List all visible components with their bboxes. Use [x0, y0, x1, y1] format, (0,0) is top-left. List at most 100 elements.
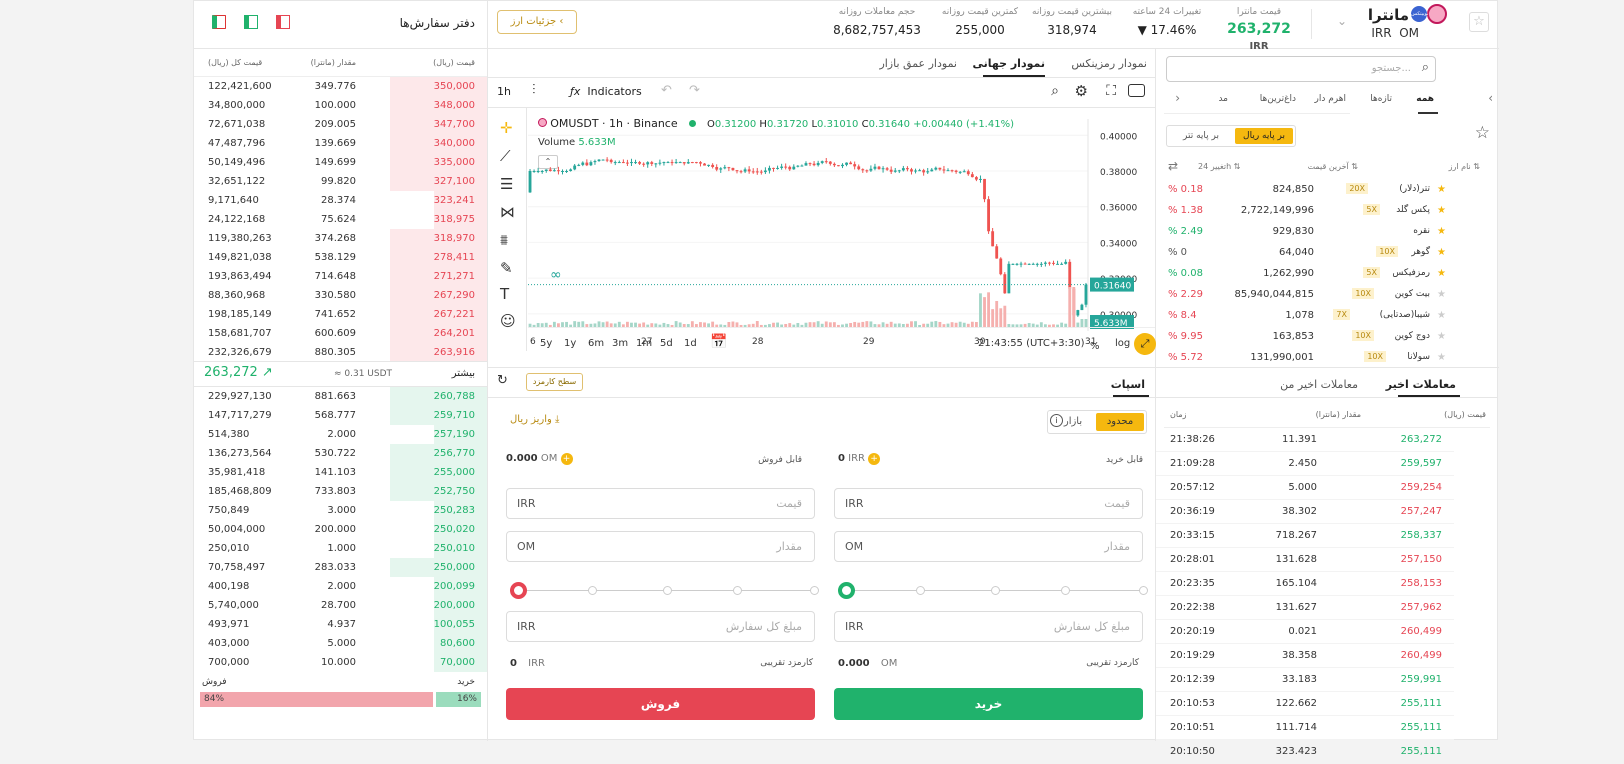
- screenshot-camera-icon[interactable]: [1128, 84, 1145, 97]
- refresh-icon[interactable]: ↻: [497, 373, 508, 388]
- range-6m[interactable]: 6m: [588, 338, 604, 349]
- order-book-row[interactable]: 255,000 141.103 35,981,418: [194, 463, 487, 482]
- crosshair-icon[interactable]: ✛: [500, 119, 513, 137]
- tab-my-trades[interactable]: معاملات اخیر من: [1280, 378, 1358, 391]
- buy-slider-100[interactable]: [1139, 586, 1148, 595]
- settings-gear-icon[interactable]: ⚙: [1075, 82, 1088, 100]
- market-fav-star-icon[interactable]: ★: [1437, 310, 1446, 321]
- market-fav-star-icon[interactable]: ★: [1437, 205, 1446, 216]
- sell-slider-40[interactable]: [663, 586, 672, 595]
- range-1m[interactable]: 1m: [636, 338, 652, 349]
- market-fav-star-icon[interactable]: ★: [1437, 184, 1446, 195]
- expand-chart-button[interactable]: ⤢: [1134, 333, 1156, 355]
- order-book-row[interactable]: 335,000 149.699 50,149,496: [194, 153, 487, 172]
- sell-total-input[interactable]: مبلغ کل سفارش IRR: [506, 611, 815, 642]
- order-book-row[interactable]: 264,201 600.609 158,681,707: [194, 324, 487, 343]
- order-book-row[interactable]: 278,411 538.129 149,821,038: [194, 248, 487, 267]
- order-book-row[interactable]: 260,788 881.663 229,927,130: [194, 387, 487, 406]
- buy-slider-50[interactable]: [1061, 586, 1070, 595]
- sell-slider-25[interactable]: [588, 586, 597, 595]
- market-tab-leveraged[interactable]: اهرم دار: [1315, 94, 1347, 104]
- range-3m[interactable]: 3m: [612, 338, 628, 349]
- order-book-row[interactable]: 340,000 139.669 47,487,796: [194, 134, 487, 153]
- more-button[interactable]: بیشتر: [452, 368, 475, 379]
- view-both-icon[interactable]: [212, 15, 226, 29]
- tab-rahzinex-chart[interactable]: نمودار رمزینکس: [1071, 57, 1147, 70]
- market-tab-more[interactable]: مد: [1218, 94, 1228, 104]
- swap-columns-icon[interactable]: ⇄: [1168, 159, 1178, 173]
- order-book-row[interactable]: 200,099 2.000 400,198: [194, 577, 487, 596]
- market-row[interactable]: ★ بیت کوین 10X 85,940,044,815 % 2.29: [1156, 285, 1454, 306]
- order-book-row[interactable]: 259,710 568.777 147,717,279: [194, 406, 487, 425]
- order-book-row[interactable]: 257,190 2.000 514,380: [194, 425, 487, 444]
- view-bids-icon[interactable]: [244, 15, 258, 29]
- order-book-row[interactable]: 267,221 741.652 198,185,149: [194, 305, 487, 324]
- tab-recent-trades[interactable]: معاملات اخیر: [1386, 378, 1456, 391]
- order-book-row[interactable]: 250,010 1.000 250,010: [194, 539, 487, 558]
- brush-icon[interactable]: ✎: [500, 259, 513, 277]
- market-row[interactable]: ★ نقره 929,830 % 2.49: [1156, 222, 1454, 243]
- range-5d[interactable]: 5d: [660, 338, 673, 349]
- sell-add-funds-icon[interactable]: +: [560, 453, 573, 465]
- range-5y[interactable]: 5y: [540, 338, 552, 349]
- market-search-input[interactable]: ⌕ جستجو...: [1166, 56, 1436, 82]
- order-book-row[interactable]: 347,700 209.005 72,671,038: [194, 115, 487, 134]
- favorite-star-icon[interactable]: ☆: [1469, 12, 1489, 32]
- buy-button[interactable]: خرید: [834, 688, 1143, 720]
- sell-slider-handle[interactable]: [510, 582, 527, 599]
- order-book-row[interactable]: 323,241 28.374 9,171,640: [194, 191, 487, 210]
- order-book-row[interactable]: 256,770 530.722 136,273,564: [194, 444, 487, 463]
- buy-amount-input[interactable]: مقدار OM: [834, 531, 1143, 562]
- market-fav-star-icon[interactable]: ★: [1437, 247, 1446, 258]
- market-fav-star-icon[interactable]: ★: [1437, 331, 1446, 342]
- buy-total-input[interactable]: مبلغ کل سفارش IRR: [834, 611, 1143, 642]
- trendline-icon[interactable]: ⟋: [500, 147, 511, 165]
- market-row[interactable]: ★ شیبا(صدتایی) 7X 1,078 % 8.4: [1156, 306, 1454, 327]
- buy-price-input[interactable]: قیمت IRR: [834, 488, 1143, 519]
- projection-icon[interactable]: ⩩: [500, 231, 508, 249]
- market-row[interactable]: ★ دوج کوین 10X 163,853 % 9.95: [1156, 327, 1454, 348]
- emoji-icon[interactable]: ☺: [500, 312, 516, 330]
- market-fav-star-icon[interactable]: ★: [1437, 289, 1446, 300]
- info-icon[interactable]: i: [1050, 414, 1063, 427]
- market-row[interactable]: ★ رمزفیکس 5X 1,262,990 % 0.08: [1156, 264, 1454, 285]
- order-book-row[interactable]: 250,000 283.033 70,758,497: [194, 558, 487, 577]
- tab-global-chart[interactable]: نمودار جهانی: [972, 57, 1045, 70]
- quote-toggle-irr[interactable]: بر پایه ریال: [1235, 128, 1293, 144]
- range-1y[interactable]: 1y: [564, 338, 576, 349]
- market-fav-star-icon[interactable]: ★: [1437, 268, 1446, 279]
- quote-toggle[interactable]: بر پایه ریال بر پایه تتر: [1166, 125, 1296, 147]
- order-book-row[interactable]: 263,916 880.305 232,326,679: [194, 343, 487, 362]
- buy-slider-25[interactable]: [916, 586, 925, 595]
- text-tool-icon[interactable]: T: [500, 285, 509, 303]
- order-book-row[interactable]: 70,000 10.000 700,000: [194, 653, 487, 672]
- order-book-row[interactable]: 327,100 99.820 32,651,122: [194, 172, 487, 191]
- market-favorite-star-icon[interactable]: ☆: [1475, 123, 1490, 143]
- undo-icon[interactable]: ↶: [661, 83, 672, 98]
- order-book-row[interactable]: 348,000 100.000 34,800,000: [194, 96, 487, 115]
- coin-dropdown-chevron-icon[interactable]: ⌄: [1337, 14, 1347, 28]
- sell-button[interactable]: فروش: [506, 688, 815, 720]
- order-book-row[interactable]: 250,020 200.000 50,004,000: [194, 520, 487, 539]
- tab-depth-chart[interactable]: نمودار عمق بازار: [879, 57, 957, 70]
- fib-lines-icon[interactable]: ☰: [500, 175, 513, 193]
- interval-button[interactable]: 1h: [497, 85, 511, 98]
- market-row[interactable]: ★ سولانا 10X 131,990,001 % 5.72: [1156, 348, 1454, 367]
- order-book-row[interactable]: 318,975 75.624 24,122,168: [194, 210, 487, 229]
- log-scale-toggle[interactable]: log: [1115, 338, 1130, 349]
- market-fav-star-icon[interactable]: ★: [1437, 352, 1446, 363]
- column-price-header[interactable]: آخرین قیمت ⇅: [1308, 162, 1358, 171]
- column-name-header[interactable]: نام ارز ⇅: [1449, 162, 1480, 171]
- market-row[interactable]: ★ تتر(دلار) 20X 824,850 % 0.18: [1156, 180, 1454, 201]
- fee-level-button[interactable]: سطح کارمزد: [526, 373, 583, 391]
- price-chart[interactable]: 0.400000.380000.360000.340000.320000.300…: [528, 119, 1155, 351]
- percent-scale-toggle[interactable]: %: [1090, 341, 1100, 352]
- market-tab-all[interactable]: همه: [1416, 94, 1434, 104]
- order-book-row[interactable]: 250,283 3.000 750,849: [194, 501, 487, 520]
- market-tab-new[interactable]: تازه‌ها: [1370, 94, 1392, 104]
- quote-toggle-usdt[interactable]: بر پایه تتر: [1171, 128, 1231, 144]
- redo-icon[interactable]: ↷: [689, 83, 700, 98]
- column-change-header[interactable]: تغییر 24h ⇅: [1198, 162, 1240, 171]
- market-tab-hot[interactable]: داغ‌ترین‌ها: [1260, 94, 1296, 104]
- sell-price-input[interactable]: قیمت IRR: [506, 488, 815, 519]
